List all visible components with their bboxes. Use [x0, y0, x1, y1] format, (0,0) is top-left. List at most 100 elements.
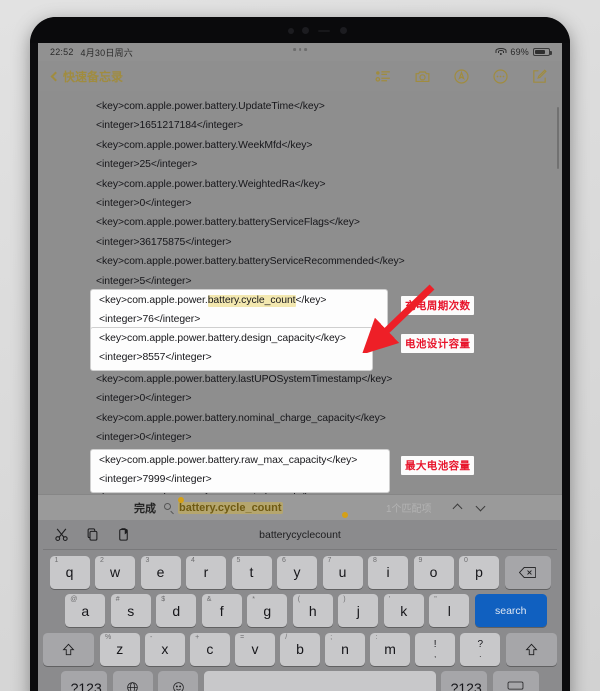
key-alt-label: 4: [191, 557, 195, 564]
note-line: <key>com.apple.power.battery.batteryServ…: [96, 256, 405, 268]
more-options-icon[interactable]: [492, 68, 509, 85]
key-label: e: [156, 564, 165, 580]
key-alt-label: 6: [282, 557, 286, 564]
callout-box-raw-max-capacity: <key>com.apple.power.battery.raw_max_cap…: [90, 449, 390, 493]
copy-icon[interactable]: [85, 527, 100, 542]
search-key[interactable]: search: [474, 594, 547, 627]
key-r[interactable]: 4r: [186, 555, 226, 589]
backspace-icon[interactable]: [504, 555, 551, 589]
key-v[interactable]: = v: [235, 632, 275, 666]
hide-keyboard-icon[interactable]: [492, 671, 539, 691]
tablet-device: 22:52 4月30日周六 69% 快速备忘录 <key>com.apple.p…: [30, 17, 570, 691]
note-line-highlighted: <key>com.apple.power.battery.cycle_count…: [99, 291, 377, 310]
key-label: y: [293, 564, 301, 580]
note-line: <integer>8557</integer>: [99, 352, 212, 364]
key-label: l: [447, 602, 451, 619]
key-l[interactable]: " l: [429, 594, 470, 627]
keyboard-row-3: % z -x + c = v / b ; n :m ! , ? .: [43, 632, 557, 666]
camera-icon[interactable]: [414, 68, 431, 85]
battery-icon: [533, 48, 552, 56]
key-h[interactable]: (h: [292, 594, 333, 627]
navigation-bar: 快速备忘录: [38, 61, 562, 91]
cut-icon[interactable]: [54, 527, 69, 542]
numbers-key-left[interactable]: .?123: [61, 671, 108, 691]
key-a[interactable]: @ a: [65, 594, 106, 627]
key-label: u: [338, 564, 347, 580]
status-bar-right: 69%: [495, 47, 552, 57]
key-f[interactable]: & f: [201, 594, 242, 627]
key-w[interactable]: 2w: [95, 555, 135, 589]
key-label: j: [356, 602, 360, 619]
key-e[interactable]: 3e: [140, 555, 181, 589]
vertical-scrollbar[interactable]: [556, 107, 559, 169]
shift-icon-right[interactable]: [505, 632, 557, 666]
note-line: <key>com.apple.power.battery.batteryServ…: [96, 217, 360, 229]
photograph-background: 22:52 4月30日周六 69% 快速备忘录 <key>com.apple.p…: [0, 0, 600, 691]
find-bar: 完成 battery.cycle_count 1个匹配项: [38, 494, 562, 520]
key-b[interactable]: / b: [280, 632, 320, 666]
key-alt-label: 3: [145, 557, 150, 564]
find-navigation: [452, 501, 486, 514]
key-label: c: [206, 641, 214, 657]
sensor-dot: [288, 28, 294, 34]
chevron-up-icon[interactable]: [452, 503, 463, 514]
selection-handle-end[interactable]: [342, 511, 348, 518]
keyboard-edit-tools: [43, 527, 131, 542]
key-o[interactable]: 9o: [413, 555, 454, 589]
find-input[interactable]: battery.cycle_count: [164, 496, 348, 518]
numbers-key-right[interactable]: .?123: [441, 671, 488, 691]
paste-icon[interactable]: [116, 527, 131, 542]
key-label-bottom: ,: [434, 648, 437, 659]
key-alt-label: @: [70, 595, 78, 603]
checklist-icon[interactable]: [375, 68, 392, 85]
key-g[interactable]: * g: [247, 594, 288, 627]
key-t[interactable]: 5t: [231, 555, 272, 589]
key-exclamation-comma[interactable]: ! ,: [415, 632, 455, 666]
key-d[interactable]: $ d: [156, 594, 197, 627]
key-alt-label: 9: [418, 557, 423, 564]
selection-handle-start[interactable]: [178, 496, 184, 503]
keyboard-row-1: 1q 2w 3e 4r 5t 6y 7u 8i 9o 0p: [43, 555, 557, 589]
markup-pen-icon[interactable]: [453, 68, 470, 85]
compose-icon[interactable]: [531, 68, 548, 85]
note-line: <integer>0</integer>: [96, 198, 192, 210]
key-i[interactable]: 8i: [368, 555, 408, 589]
back-button[interactable]: 快速备忘录: [50, 68, 123, 85]
key-q[interactable]: 1q: [49, 555, 90, 589]
key-k[interactable]: ' k: [383, 594, 424, 627]
key-p[interactable]: 0p: [459, 555, 499, 589]
keyboard-suggestion[interactable]: batterycyclecount: [259, 529, 341, 541]
key-j[interactable]: ) j: [338, 594, 379, 627]
status-time: 22:52: [50, 47, 74, 57]
key-s[interactable]: # s: [110, 594, 151, 627]
key-label: b: [296, 641, 304, 657]
find-done-button[interactable]: 完成: [134, 500, 156, 516]
key-alt-label: %: [104, 634, 112, 641]
chevron-down-icon[interactable]: [475, 501, 486, 512]
shift-icon-left[interactable]: [43, 632, 95, 666]
key-alt-label: *: [252, 595, 255, 603]
key-label: i: [386, 564, 390, 580]
key-prefix: <key>com.apple.power.: [99, 295, 208, 306]
key-u[interactable]: 7u: [322, 555, 363, 589]
handle-dot: [304, 48, 307, 51]
key-alt-label: 8: [373, 557, 377, 564]
note-line: <key>com.apple.power.battery.nominal_cha…: [96, 412, 386, 424]
key-label: z: [116, 641, 124, 657]
key-n[interactable]: ; n: [325, 632, 365, 666]
note-content[interactable]: <key>com.apple.power.battery.UpdateTime<…: [38, 91, 562, 494]
wifi-icon: [495, 47, 507, 57]
key-alt-label: 2: [100, 557, 104, 564]
key-c[interactable]: + c: [190, 632, 230, 666]
key-z[interactable]: % z: [99, 632, 140, 666]
key-x[interactable]: -x: [145, 632, 185, 666]
search-match-highlight: battery.cycle_count: [207, 295, 296, 307]
globe-icon[interactable]: [112, 671, 153, 691]
annotation-tag-raw-max-capacity: 最大电池容量: [401, 456, 475, 475]
multitasking-handle[interactable]: [293, 48, 307, 51]
key-y[interactable]: 6y: [277, 555, 317, 589]
space-key[interactable]: [203, 671, 436, 691]
key-question-period[interactable]: ? .: [460, 632, 501, 666]
key-m[interactable]: :m: [370, 632, 410, 666]
emoji-icon[interactable]: [158, 671, 199, 691]
